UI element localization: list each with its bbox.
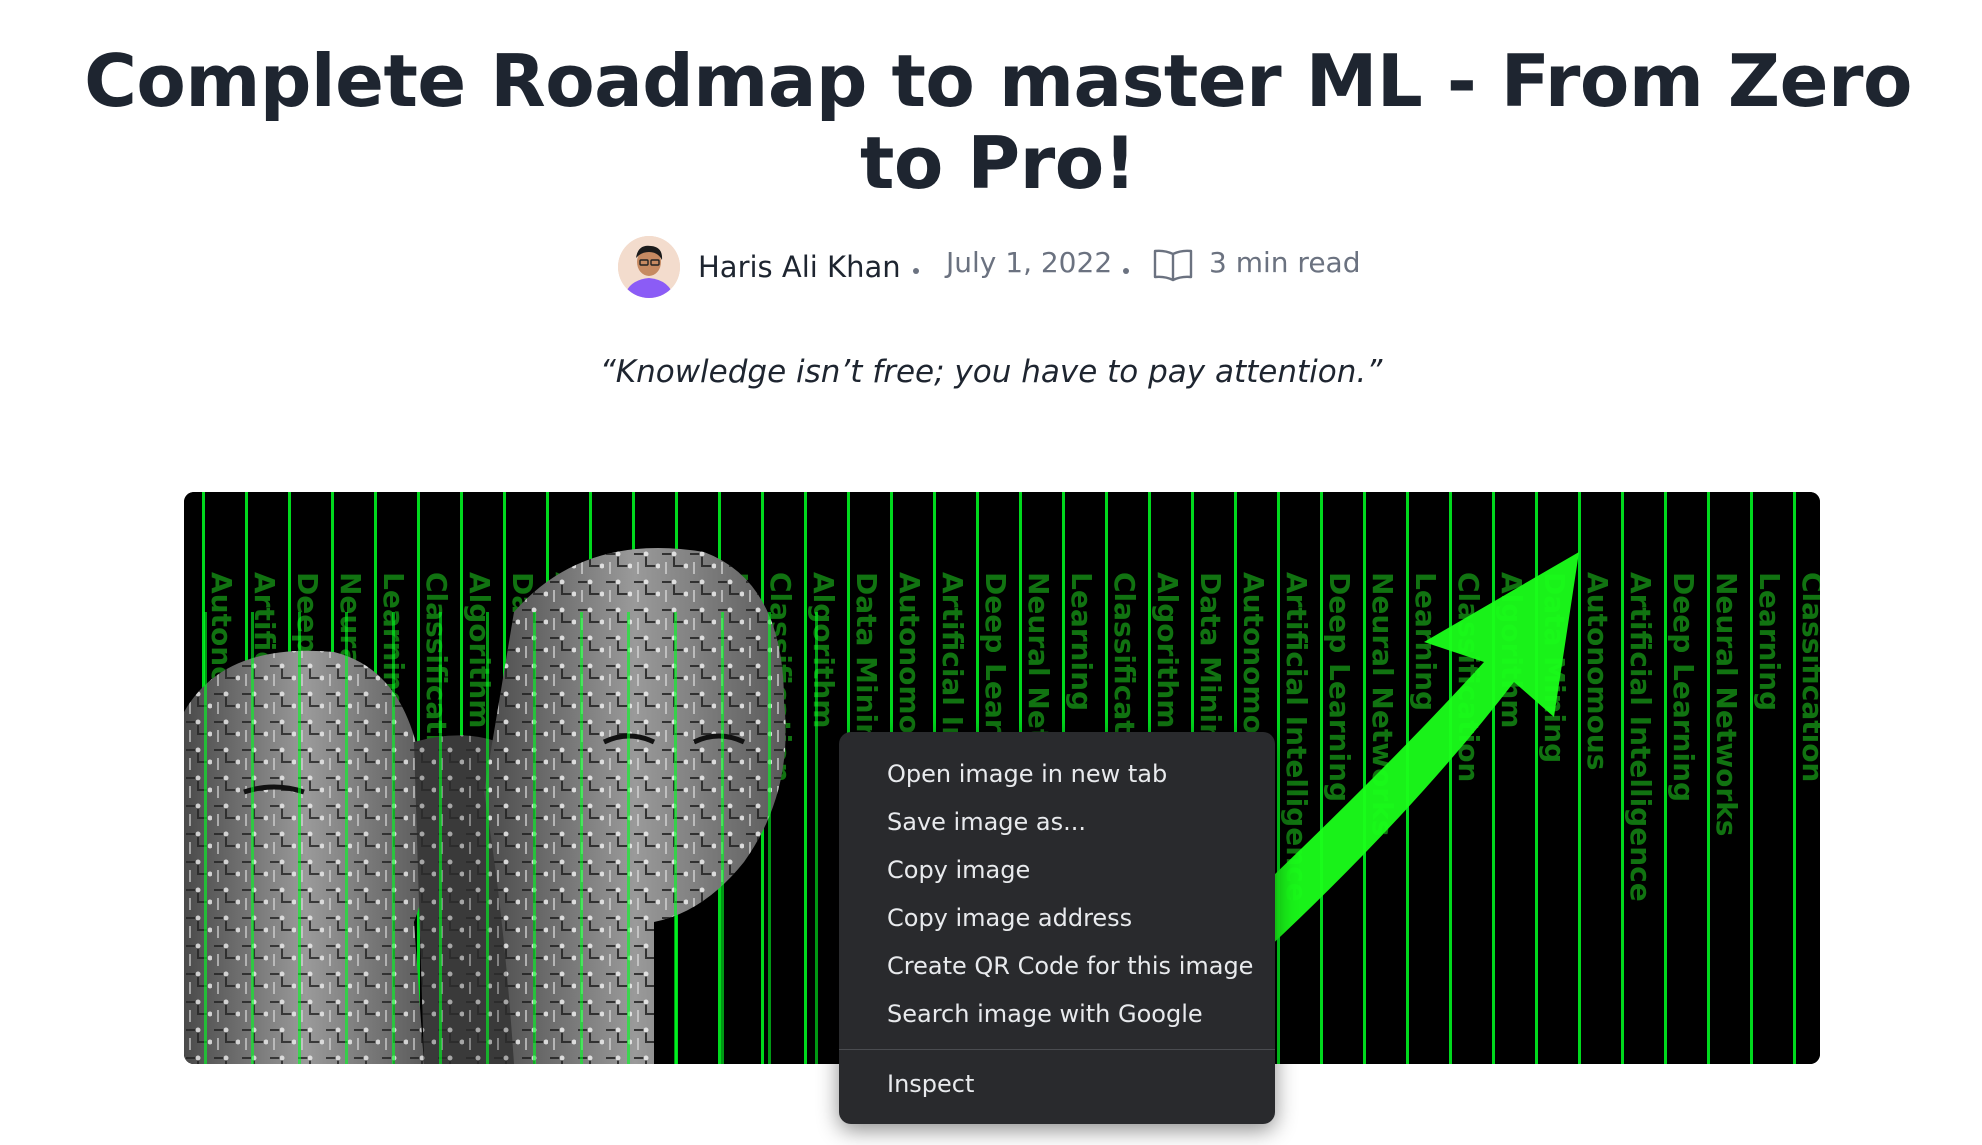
matrix-overlay-line xyxy=(439,612,442,1064)
matrix-overlay-line xyxy=(815,612,818,1064)
article-quote: “Knowledge isn’t free; you have to pay a… xyxy=(599,354,1383,390)
matrix-line xyxy=(1492,492,1495,1064)
matrix-line xyxy=(804,492,807,1064)
matrix-overlay-line xyxy=(486,612,489,1064)
matrix-word: Classification xyxy=(1796,572,1820,782)
matrix-line xyxy=(1277,492,1280,1064)
matrix-overlay-line xyxy=(251,612,254,1064)
matrix-overlay-line xyxy=(392,612,395,1064)
article-meta: Haris Ali Khan July 1, 2022 3 min read xyxy=(0,236,1982,300)
matrix-word: Deep Learning xyxy=(1323,572,1356,802)
matrix-line xyxy=(1750,492,1753,1064)
author-name[interactable]: Haris Ali Khan xyxy=(698,250,901,284)
matrix-word: Learning xyxy=(1065,572,1098,711)
book-open-icon xyxy=(1152,248,1194,282)
matrix-overlay-line xyxy=(533,612,536,1064)
menu-item-copy-image-address[interactable]: Copy image address xyxy=(887,904,1132,932)
avatar-image xyxy=(618,236,680,298)
matrix-overlay-line xyxy=(204,612,207,1064)
menu-item-copy-image[interactable]: Copy image xyxy=(887,856,1030,884)
read-time: 3 min read xyxy=(1209,246,1361,279)
article-title: Complete Roadmap to master ML - From Zer… xyxy=(84,39,1912,205)
matrix-word: Neural Networks xyxy=(1710,572,1743,836)
matrix-line xyxy=(1793,492,1796,1064)
matrix-line xyxy=(1578,492,1581,1064)
matrix-line xyxy=(1664,492,1667,1064)
menu-item-open-image-new-tab[interactable]: Open image in new tab xyxy=(887,760,1167,788)
separator-dot xyxy=(1123,268,1129,274)
matrix-line xyxy=(1707,492,1710,1064)
menu-item-inspect[interactable]: Inspect xyxy=(887,1070,974,1098)
matrix-word: Deep Learning xyxy=(1667,572,1700,802)
menu-item-search-image-google[interactable]: Search image with Google xyxy=(887,1000,1203,1028)
matrix-word: Artificial Intelligence xyxy=(1624,572,1657,902)
matrix-line xyxy=(1621,492,1624,1064)
context-menu: Open image in new tab Save image as... C… xyxy=(839,732,1275,1124)
matrix-overlay-line xyxy=(580,612,583,1064)
matrix-overlay-line xyxy=(721,612,724,1064)
matrix-overlay-line xyxy=(345,612,348,1064)
menu-item-create-qr-code[interactable]: Create QR Code for this image xyxy=(887,952,1253,980)
matrix-overlay-line xyxy=(674,612,677,1064)
matrix-word: Learning xyxy=(1753,572,1786,711)
matrix-word: Algorithm xyxy=(463,572,496,728)
menu-item-save-image-as[interactable]: Save image as... xyxy=(887,808,1086,836)
matrix-line xyxy=(1449,492,1452,1064)
matrix-line xyxy=(1320,492,1323,1064)
matrix-line xyxy=(1363,492,1366,1064)
matrix-word: Autonomous xyxy=(1581,572,1614,770)
matrix-word: Algorithm xyxy=(807,572,840,728)
matrix-overlay-line xyxy=(298,612,301,1064)
matrix-overlay-line xyxy=(627,612,630,1064)
separator-dot xyxy=(913,268,919,274)
author-avatar[interactable] xyxy=(618,236,680,298)
matrix-overlay-line xyxy=(768,612,771,1064)
publish-date: July 1, 2022 xyxy=(946,246,1113,279)
menu-divider xyxy=(839,1049,1275,1050)
matrix-word: Algorithm xyxy=(1151,572,1184,728)
